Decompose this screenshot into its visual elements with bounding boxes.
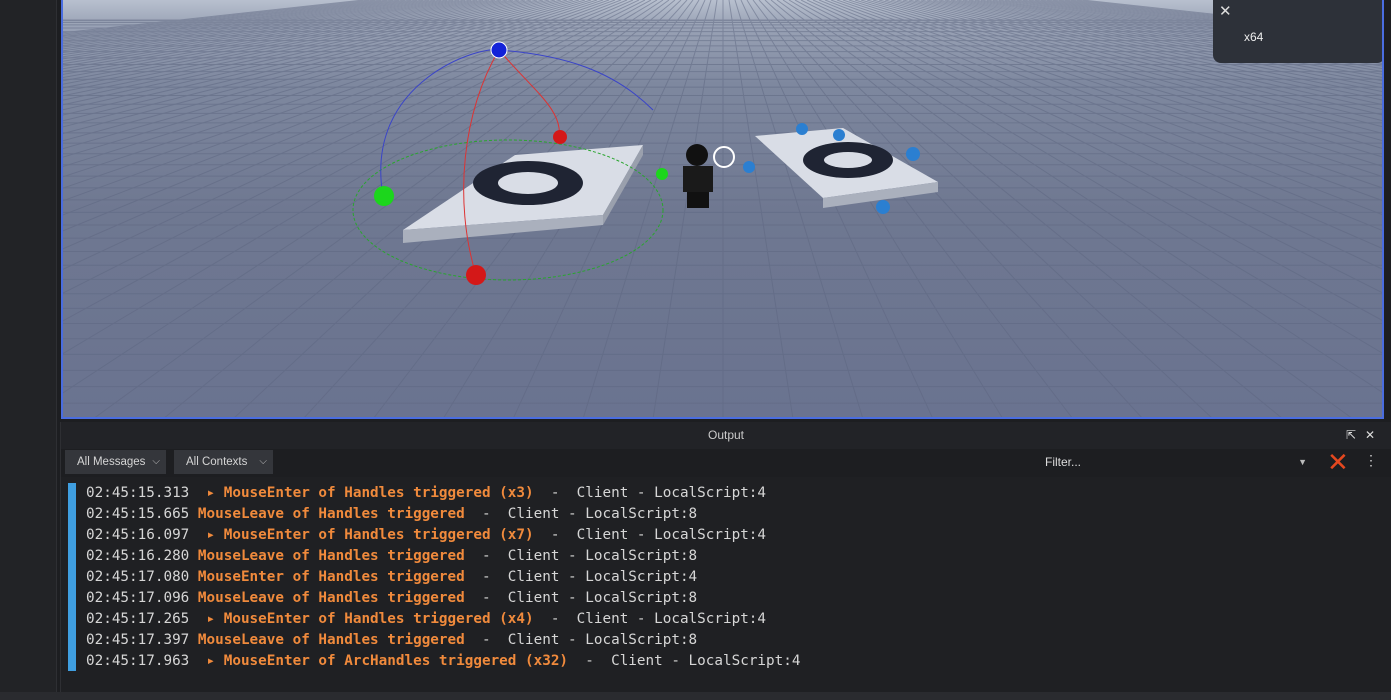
log-timestamp: 02:45:17.080 (86, 569, 190, 585)
panel-title: Output (707, 428, 745, 442)
undock-icon[interactable]: ⇱ (1346, 422, 1356, 449)
chevron-down-icon: ⌵ (152, 456, 160, 467)
close-icon[interactable]: ✕ (1219, 2, 1232, 20)
handle-green-right[interactable] (656, 168, 668, 180)
log-entry: 02:45:17.080 MouseEnter of Handles trigg… (86, 569, 698, 585)
log-timestamp: 02:45:16.097 (86, 527, 190, 543)
log-message: MouseLeave of Handles triggered (197, 548, 465, 564)
log-entry: 02:45:15.665 MouseLeave of Handles trigg… (86, 506, 698, 522)
log-entry[interactable]: 02:45:17.265 ▸ MouseEnter of Handles tri… (86, 609, 766, 630)
log-entry[interactable]: 02:45:16.097 ▸ MouseEnter of Handles tri… (86, 525, 766, 546)
notification-toast: ✕ x64 (1213, 0, 1382, 63)
chevron-down-icon: ⌵ (259, 456, 267, 467)
log-source[interactable]: Client - LocalScript:4 (611, 653, 800, 669)
dropdown-label: All Contexts (186, 456, 248, 468)
log-entry[interactable]: 02:45:15.313 ▸ MouseEnter of Handles tri… (86, 483, 766, 504)
log-source[interactable]: Client - LocalScript:4 (577, 611, 766, 627)
log-message: MouseEnter of Handles triggered (x4) (223, 611, 534, 627)
log-entry: 02:45:17.096 MouseLeave of Handles trigg… (86, 590, 698, 606)
log-timestamp: 02:45:15.313 (86, 485, 190, 501)
filter-input[interactable]: Filter... ▼ (1045, 449, 1307, 475)
log-entry: 02:45:17.397 MouseLeave of Handles trigg… (86, 632, 698, 648)
clear-output-button[interactable]: ✕ (1327, 449, 1349, 475)
output-panel: Output ⇱ ✕ All Messages ⌵ All Contexts ⌵ F… (60, 422, 1391, 692)
log-timestamp: 02:45:17.963 (86, 653, 190, 669)
log-timestamp: 02:45:17.397 (86, 632, 190, 648)
log-source[interactable]: Client - LocalScript:8 (508, 548, 697, 564)
output-title-bar: Output ⇱ ✕ (61, 422, 1391, 449)
toast-text: x64 (1244, 30, 1264, 44)
expand-arrow-icon[interactable]: ▸ (207, 611, 224, 627)
log-message: MouseEnter of ArcHandles triggered (x32) (223, 653, 569, 669)
caret-down-icon[interactable]: ▼ (1298, 449, 1307, 475)
log-timestamp: 02:45:17.265 (86, 611, 190, 627)
status-bar (0, 692, 1391, 700)
log-message: MouseEnter of Handles triggered (197, 569, 465, 585)
left-sidebar (0, 0, 57, 700)
log-entry[interactable]: 02:45:17.963 ▸ MouseEnter of ArcHandles … (86, 651, 800, 672)
handle-blue[interactable] (490, 41, 508, 59)
scene (63, 0, 1382, 417)
handle-red-top[interactable] (553, 130, 567, 144)
crosshair-icon (713, 146, 735, 168)
log-message: MouseLeave of Handles triggered (197, 632, 465, 648)
dropdown-label: All Messages (77, 456, 146, 468)
log-source[interactable]: Client - LocalScript:4 (577, 527, 766, 543)
handle-red-bottom[interactable] (466, 265, 486, 285)
message-type-dropdown[interactable]: All Messages ⌵ (65, 450, 166, 474)
expand-arrow-icon[interactable]: ▸ (207, 527, 224, 543)
output-toolbar: All Messages ⌵ All Contexts ⌵ Filter... ▼ … (61, 449, 1391, 477)
log-message: MouseEnter of Handles triggered (x7) (223, 527, 534, 543)
log-source[interactable]: Client - LocalScript:4 (508, 569, 697, 585)
log-source[interactable]: Client - LocalScript:4 (577, 485, 766, 501)
expand-arrow-icon[interactable]: ▸ (207, 653, 224, 669)
log-group-indicator (68, 483, 76, 671)
log-message: MouseLeave of Handles triggered (197, 506, 465, 522)
log-message: MouseEnter of Handles triggered (x3) (223, 485, 534, 501)
filter-placeholder: Filter... (1045, 455, 1082, 469)
expand-arrow-icon[interactable]: ▸ (207, 485, 224, 501)
log-source[interactable]: Client - LocalScript:8 (508, 590, 697, 606)
handle-green-left[interactable] (374, 186, 394, 206)
close-icon[interactable]: ✕ (1365, 422, 1375, 449)
log-source[interactable]: Client - LocalScript:8 (508, 632, 697, 648)
log-timestamp: 02:45:15.665 (86, 506, 190, 522)
context-dropdown[interactable]: All Contexts ⌵ (174, 450, 273, 474)
more-options-icon[interactable]: ⋮ (1364, 452, 1378, 469)
log-message: MouseLeave of Handles triggered (197, 590, 465, 606)
log-source[interactable]: Client - LocalScript:8 (508, 506, 697, 522)
log-entry: 02:45:16.280 MouseLeave of Handles trigg… (86, 548, 698, 564)
log-timestamp: 02:45:16.280 (86, 548, 190, 564)
3d-viewport[interactable]: ✕ x64 (61, 0, 1384, 419)
log-timestamp: 02:45:17.096 (86, 590, 190, 606)
